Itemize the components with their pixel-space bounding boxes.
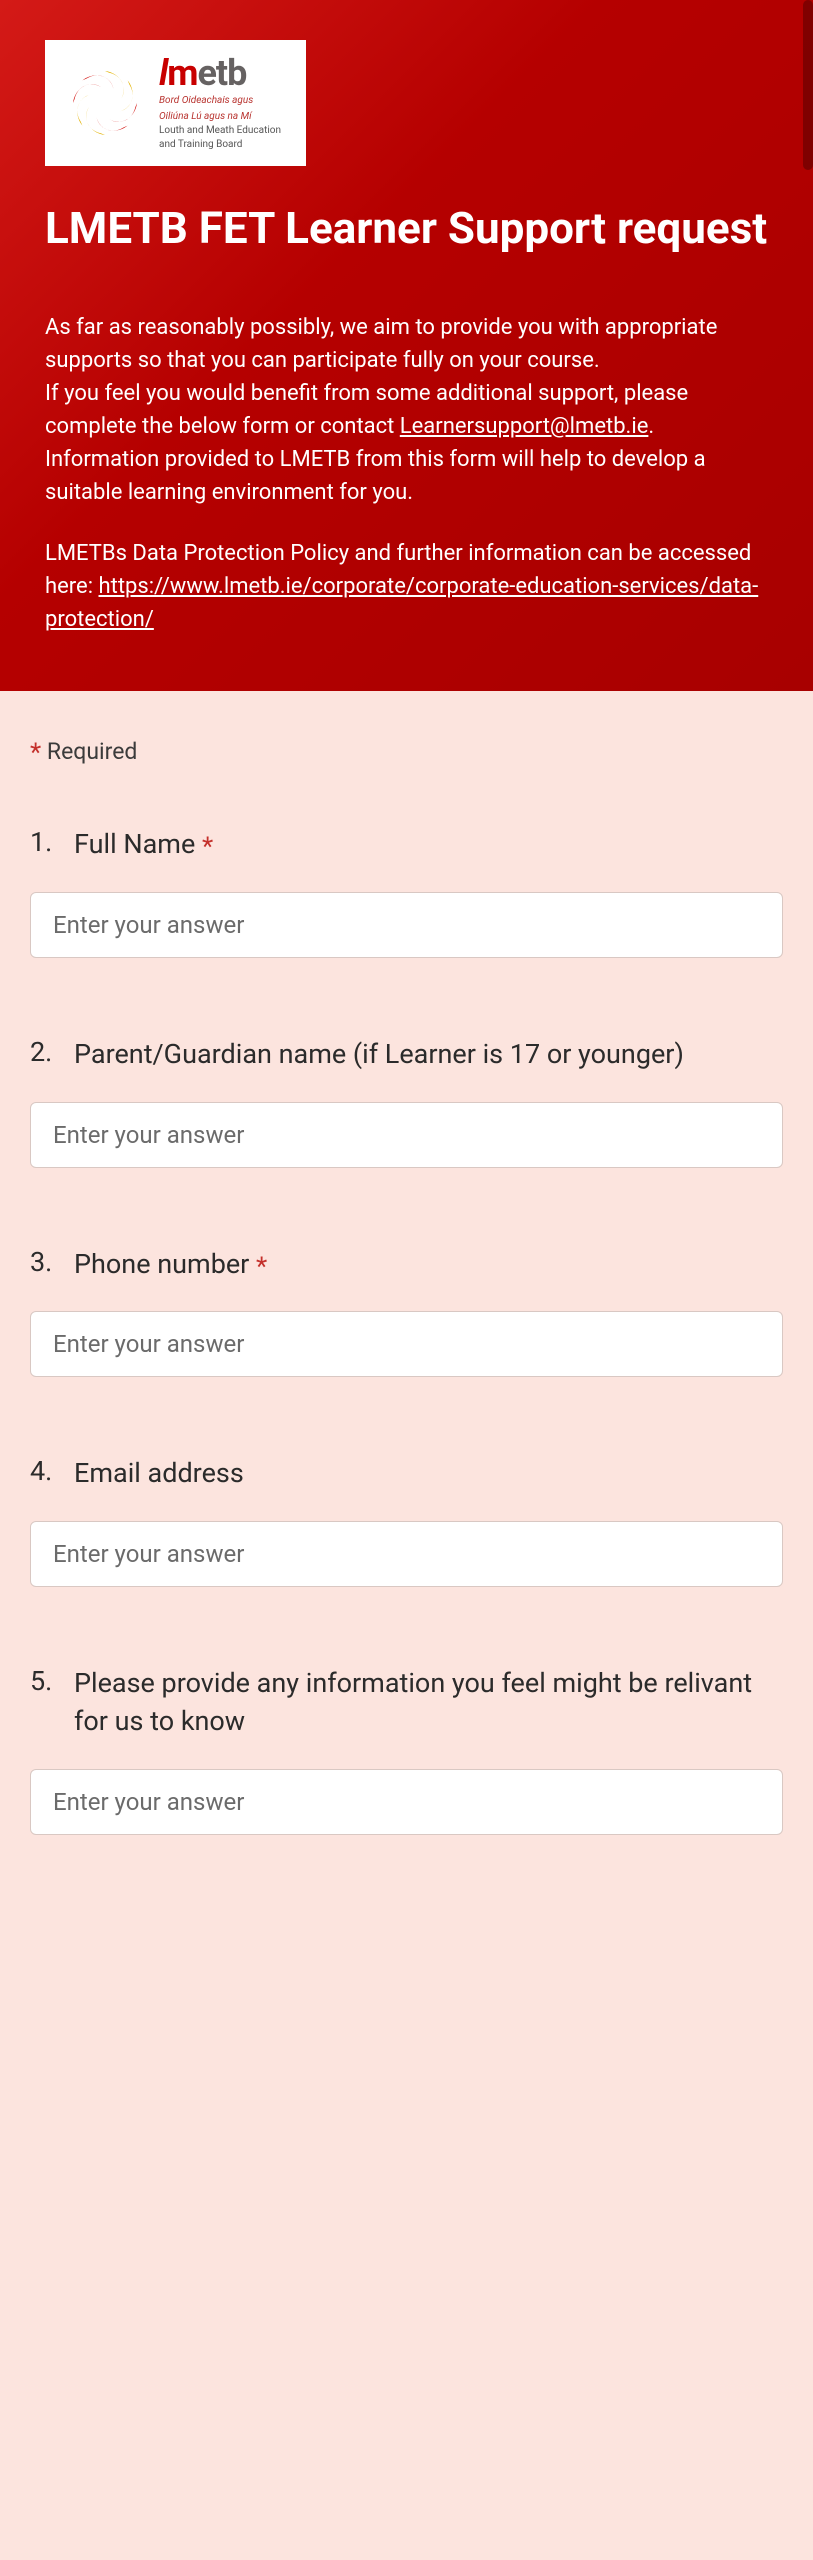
intro-line-3: Information provided to LMETB from this … — [45, 447, 706, 505]
question-number: 5. — [30, 1665, 60, 1697]
required-star-icon: * — [30, 738, 41, 768]
intro-line-1: As far as reasonably possibly, we aim to… — [45, 315, 717, 373]
question-label: Email address — [74, 1455, 783, 1493]
intro-text: As far as reasonably possibly, we aim to… — [45, 311, 768, 636]
logo-letter-t: t — [216, 52, 227, 94]
question-label-text: Full Name — [74, 828, 202, 860]
question-label: Please provide any information you feel … — [74, 1665, 783, 1741]
question-phone: 3. Phone number * — [30, 1246, 783, 1378]
required-label: Required — [41, 738, 137, 765]
form-header: lmetb Bord Oideachais agus Oiliúna Lú ag… — [0, 0, 813, 691]
question-full-name: 1. Full Name * — [30, 826, 783, 958]
email-input[interactable] — [30, 1521, 783, 1587]
guardian-name-input[interactable] — [30, 1102, 783, 1168]
scrollbar-thumb[interactable] — [803, 0, 813, 170]
question-number: 3. — [30, 1246, 60, 1278]
required-star-icon: * — [256, 1252, 267, 1282]
question-label-text: Phone number — [74, 1248, 256, 1280]
form-title: LMETB FET Learner Support request — [45, 201, 768, 256]
question-label: Phone number * — [74, 1246, 783, 1284]
logo-letter-b: b — [227, 52, 246, 94]
logo-tagline-1: Bord Oideachais agus — [159, 95, 281, 107]
question-number: 4. — [30, 1455, 60, 1487]
policy-link[interactable]: https://www.lmetb.ie/corporate/corporate… — [45, 574, 758, 632]
logo-tagline-4: and Training Board — [159, 139, 281, 151]
question-relevant-info: 5. Please provide any information you fe… — [30, 1665, 783, 1835]
logo-letter-e: e — [197, 52, 215, 94]
logo-tagline-2: Oiliúna Lú agus na Mí — [159, 111, 281, 123]
question-label: Full Name * — [74, 826, 783, 864]
required-star-icon: * — [202, 832, 213, 862]
logo-letter-m: m — [167, 52, 197, 94]
logo-letter-l: l — [159, 52, 167, 94]
question-email: 4. Email address — [30, 1455, 783, 1587]
question-label: Parent/Guardian name (if Learner is 17 o… — [74, 1036, 783, 1074]
question-number: 1. — [30, 826, 60, 858]
question-number: 2. — [30, 1036, 60, 1068]
support-email-link[interactable]: Learnersupport@lmetb.ie — [400, 414, 649, 439]
logo-tagline-3: Louth and Meath Education — [159, 125, 281, 137]
lmetb-swirl-icon — [65, 63, 145, 143]
required-indicator: * Required — [30, 736, 783, 766]
full-name-input[interactable] — [30, 892, 783, 958]
intro-period: . — [648, 414, 654, 439]
logo-text: lmetb Bord Oideachais agus Oiliúna Lú ag… — [159, 55, 281, 151]
form-body: * Required 1. Full Name * 2. Parent/Guar… — [0, 691, 813, 1973]
logo-card: lmetb Bord Oideachais agus Oiliúna Lú ag… — [45, 40, 306, 166]
phone-input[interactable] — [30, 1311, 783, 1377]
relevant-info-input[interactable] — [30, 1769, 783, 1835]
question-guardian-name: 2. Parent/Guardian name (if Learner is 1… — [30, 1036, 783, 1168]
